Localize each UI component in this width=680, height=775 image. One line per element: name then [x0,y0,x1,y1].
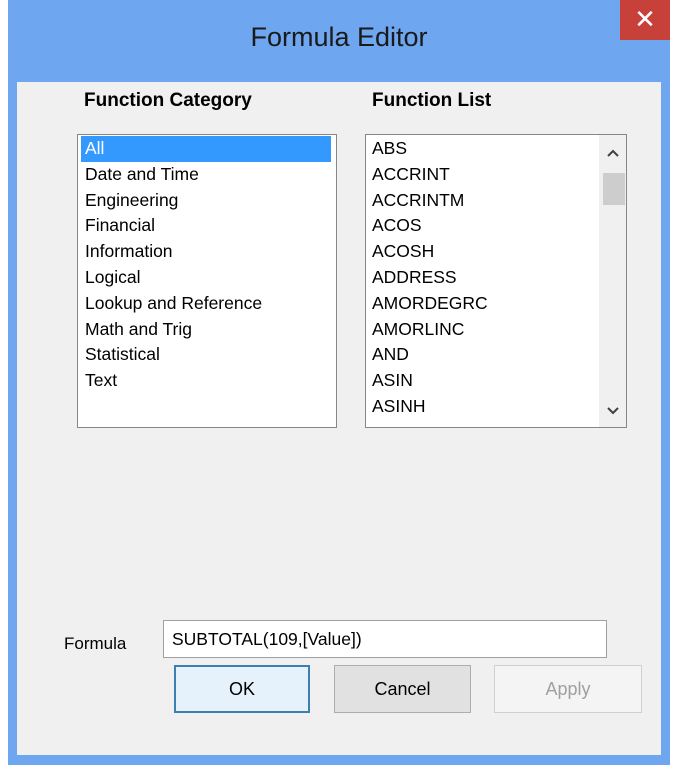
category-item[interactable]: Financial [81,213,331,239]
close-button[interactable]: ✕ [620,0,670,40]
function-item[interactable]: ACOSH [368,239,580,265]
function-category-heading: Function Category [84,90,252,111]
function-item[interactable]: ASINH [368,394,580,420]
category-item[interactable]: Statistical [81,342,331,368]
category-item[interactable]: Math and Trig [81,317,331,343]
dialog-body: Function Category Function List All Date… [17,82,661,755]
category-item[interactable]: Engineering [81,188,331,214]
chevron-up-icon[interactable] [599,139,626,165]
scroll-thumb[interactable] [603,173,625,205]
apply-button[interactable]: Apply [494,665,642,713]
window-title: Formula Editor [250,22,428,52]
close-icon: ✕ [634,4,656,34]
formula-editor-window: Formula Editor ✕ Function Category Funct… [8,0,670,765]
category-item[interactable]: Lookup and Reference [81,291,331,317]
function-list[interactable]: ABS ACCRINT ACCRINTM ACOS ACOSH ADDRESS … [365,134,627,428]
function-item[interactable]: ACCRINTM [368,188,580,214]
category-item[interactable]: Date and Time [81,162,331,188]
function-item[interactable]: ACCRINT [368,162,580,188]
function-list-heading: Function List [372,90,492,111]
category-item[interactable]: All [81,136,331,162]
formula-input[interactable]: SUBTOTAL(109,[Value]) [163,620,607,658]
cancel-button[interactable]: Cancel [334,665,471,713]
function-category-list[interactable]: All Date and Time Engineering Financial … [77,134,337,428]
function-item[interactable]: ACOS [368,213,580,239]
category-item[interactable]: Text [81,368,331,394]
chevron-down-icon[interactable] [599,397,626,423]
function-item[interactable]: AND [368,342,580,368]
ok-button[interactable]: OK [174,665,310,713]
category-item[interactable]: Information [81,239,331,265]
function-list-scrollbar[interactable] [599,135,626,427]
function-item[interactable]: AMORLINC [368,317,580,343]
function-item[interactable]: ASIN [368,368,580,394]
function-item[interactable]: AMORDEGRC [368,291,580,317]
category-item[interactable]: Logical [81,265,331,291]
function-item[interactable]: ABS [368,136,580,162]
function-item[interactable]: ADDRESS [368,265,580,291]
title-bar: Formula Editor ✕ [8,0,670,82]
formula-label: Formula [64,634,127,653]
